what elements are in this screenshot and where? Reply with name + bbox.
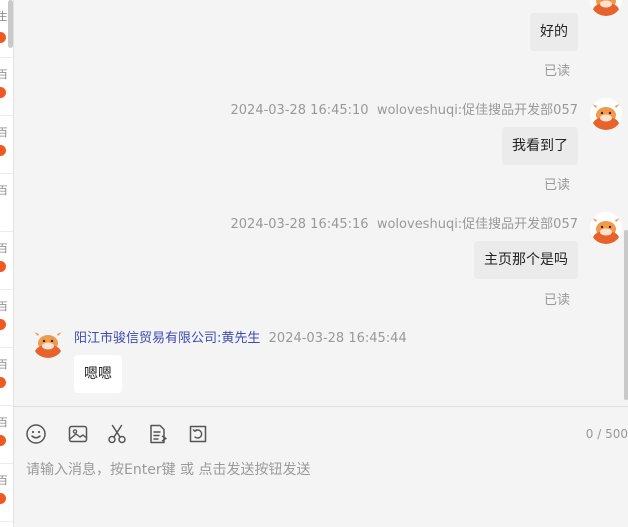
quick-reply-button[interactable] xyxy=(187,423,209,445)
message-bubble[interactable]: 我看到了 xyxy=(502,127,578,165)
conversation-item[interactable]: 百 xyxy=(0,290,13,348)
conversation-item[interactable]: 百 xyxy=(0,58,13,116)
conversation-item[interactable]: 百 xyxy=(0,406,13,464)
unread-badge xyxy=(0,319,6,330)
unread-badge xyxy=(0,32,6,43)
message-sender: woloveshuqi:促佳搜品开发部057 xyxy=(376,103,578,118)
message-text: 主页那个是吗 xyxy=(484,252,568,268)
unread-badge xyxy=(0,493,6,504)
conversation-item-text: 百 xyxy=(0,126,7,139)
conversation-item-text: 百 xyxy=(0,358,7,371)
conversation-item-text: 生 xyxy=(0,10,7,23)
unread-badge xyxy=(0,261,6,272)
message-text: 我看到了 xyxy=(512,138,568,154)
unread-badge xyxy=(0,145,6,156)
conversation-item[interactable]: 生 xyxy=(0,0,13,58)
conversation-item-text: 百 xyxy=(0,242,7,255)
contact-avatar[interactable] xyxy=(32,326,64,358)
cow-avatar-icon xyxy=(32,326,64,358)
user-avatar xyxy=(590,0,622,16)
unread-badge xyxy=(0,435,6,446)
composer: 0 / 500 xyxy=(14,406,628,527)
emoji-button[interactable] xyxy=(25,423,47,445)
image-icon xyxy=(68,425,88,443)
character-counter: 0 / 500 xyxy=(585,427,628,441)
message-meta: 2024-03-28 16:45:16 woloveshuqi:促佳搜品开发部0… xyxy=(231,213,579,232)
screenshot-button[interactable] xyxy=(106,423,128,445)
message-meta: 阳江市骏信贸易有限公司:黄先生 2024-03-28 16:45:44 xyxy=(74,327,407,346)
message-timestamp: 2024-03-28 16:45:44 xyxy=(268,331,407,346)
message-text: 嗯嗯 xyxy=(84,366,112,382)
user-avatar xyxy=(590,98,622,130)
conversation-item-text: 百 xyxy=(0,300,7,313)
message-text: 好的 xyxy=(540,24,568,40)
conversation-item[interactable]: 百 xyxy=(0,116,13,174)
message-meta: 2024-03-28 16:45:10 woloveshuqi:促佳搜品开发部0… xyxy=(231,99,579,118)
conversation-item[interactable]: 百 xyxy=(0,174,13,232)
cow-avatar-icon xyxy=(590,98,622,130)
scissors-icon xyxy=(108,424,126,444)
unread-badge xyxy=(0,87,6,98)
message-bubble[interactable]: 嗯嗯 xyxy=(74,355,122,393)
conversation-item-text: 百 xyxy=(0,474,7,487)
message-list-scrollbar[interactable] xyxy=(624,230,628,400)
cow-avatar-icon xyxy=(590,212,622,244)
document-icon xyxy=(150,424,167,444)
conversation-item-text: 百 xyxy=(0,68,7,81)
image-button[interactable] xyxy=(67,423,89,445)
message-list: 好的 已读 2024-03-28 16:45:10 woloveshuqi:促佳… xyxy=(14,0,628,406)
cow-avatar-icon xyxy=(590,0,622,16)
message-input[interactable] xyxy=(26,459,616,519)
file-button[interactable] xyxy=(147,423,169,445)
conversation-list: 生 百 百 百 百 百 百 百 百 xyxy=(0,0,14,527)
read-status: 已读 xyxy=(543,64,570,79)
conversation-item-text: 百 xyxy=(0,184,7,197)
conversation-item[interactable]: 百 xyxy=(0,348,13,406)
emoji-icon xyxy=(26,424,46,444)
rotate-icon xyxy=(189,425,207,443)
message-timestamp: 2024-03-28 16:45:10 xyxy=(230,103,369,118)
message-sender[interactable]: 阳江市骏信贸易有限公司:黄先生 xyxy=(74,331,260,346)
user-avatar xyxy=(590,212,622,244)
conversation-item[interactable]: 百 xyxy=(0,232,13,290)
message-bubble[interactable]: 主页那个是吗 xyxy=(474,241,578,279)
conversation-item-text: 百 xyxy=(0,416,7,429)
message-sender: woloveshuqi:促佳搜品开发部057 xyxy=(376,217,578,232)
unread-badge xyxy=(0,377,6,388)
conversation-item[interactable]: 百 xyxy=(0,464,13,522)
read-status: 已读 xyxy=(543,293,570,308)
message-bubble[interactable]: 好的 xyxy=(530,13,578,51)
read-status: 已读 xyxy=(543,178,570,193)
message-timestamp: 2024-03-28 16:45:16 xyxy=(230,217,369,232)
